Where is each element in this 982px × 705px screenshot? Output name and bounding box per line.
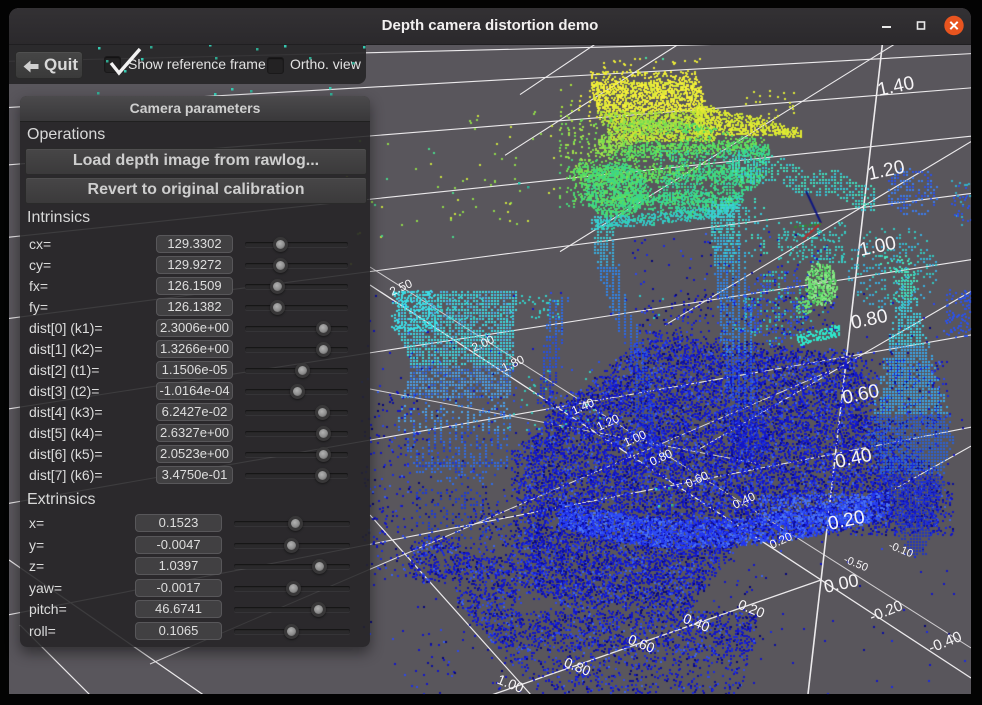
svg-text:1.40: 1.40 <box>876 73 917 101</box>
svg-text:1.80: 1.80 <box>499 352 526 375</box>
svg-text:0.20: 0.20 <box>736 596 767 621</box>
svg-text:0.80: 0.80 <box>849 306 890 334</box>
svg-text:1.00: 1.00 <box>495 671 526 696</box>
svg-text:0.40: 0.40 <box>730 489 757 512</box>
svg-text:0.00: 0.00 <box>822 570 860 597</box>
svg-text:0.80: 0.80 <box>647 446 674 469</box>
svg-text:0.60: 0.60 <box>626 631 657 656</box>
svg-text:-0.10: -0.10 <box>887 540 915 561</box>
svg-text:0.80: 0.80 <box>562 654 593 679</box>
svg-text:0.60: 0.60 <box>841 381 882 409</box>
svg-text:0.20: 0.20 <box>826 507 867 535</box>
svg-text:1.40: 1.40 <box>569 395 596 418</box>
svg-text:0.60: 0.60 <box>683 468 710 491</box>
svg-text:0.40: 0.40 <box>681 610 712 635</box>
svg-text:-0.40: -0.40 <box>926 628 964 657</box>
svg-text:2.50: 2.50 <box>387 276 414 299</box>
svg-text:-0.20: -0.20 <box>867 597 905 626</box>
svg-text:1.00: 1.00 <box>621 427 648 450</box>
svg-text:1.20: 1.20 <box>594 411 621 434</box>
svg-text:0.40: 0.40 <box>833 445 874 473</box>
svg-text:0.20: 0.20 <box>767 529 794 552</box>
svg-text:1.20: 1.20 <box>866 157 907 185</box>
svg-text:1.00: 1.00 <box>857 233 898 261</box>
svg-text:2.00: 2.00 <box>469 332 496 355</box>
